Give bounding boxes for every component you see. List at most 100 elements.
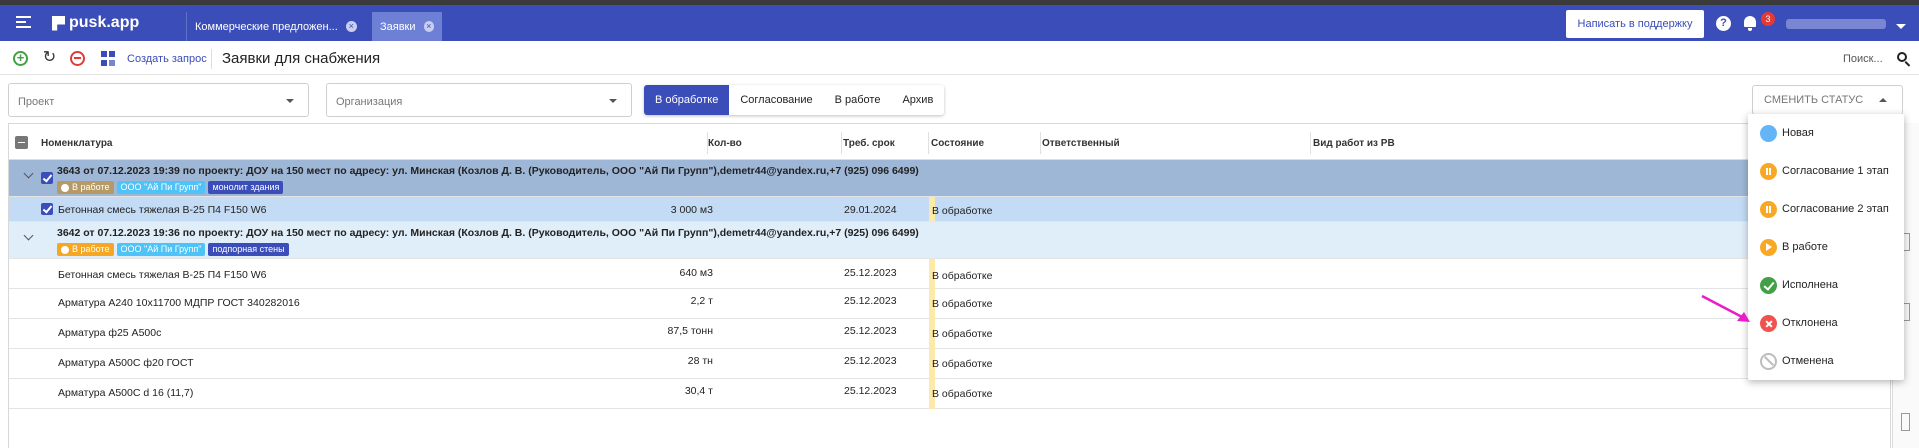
refresh-icon[interactable]: ↻ [42, 50, 57, 66]
pause-icon [1760, 200, 1777, 218]
status-option-cancelled[interactable]: Отменена [1748, 342, 1904, 380]
status-option-label: Исполнена [1782, 279, 1839, 291]
row-checkbox[interactable] [41, 203, 53, 215]
item-qty: 3 000 м3 [670, 204, 713, 216]
remove-icon[interactable] [70, 51, 85, 66]
table-row[interactable]: Арматура А240 10х11700 МДПР ГОСТ 3402820… [9, 289, 1890, 319]
search-input[interactable]: Поиск... [1843, 53, 1883, 65]
bell-icon[interactable] [1743, 16, 1757, 31]
tab-label: Коммерческие предложен... [195, 20, 338, 33]
menu-icon[interactable] [16, 16, 31, 29]
add-icon[interactable]: + [13, 51, 28, 66]
tab-processing[interactable]: В обработке [644, 85, 730, 115]
chevron-down-icon [286, 99, 294, 103]
status-option-new[interactable]: Новая [1748, 114, 1904, 152]
support-button[interactable]: Написать в поддержку [1566, 10, 1704, 38]
status-tag: В работе [57, 243, 114, 256]
user-name[interactable] [1786, 19, 1886, 29]
status-option-label: Новая [1782, 127, 1814, 139]
table-row[interactable]: Бетонная смесь тяжелая В-25 П4 F150 W6 6… [9, 259, 1890, 289]
item-name: Арматура ф25 А500с [58, 327, 162, 339]
group-tags: В работе ООО "Ай Пи Групп" подпорная сте… [57, 243, 289, 256]
play-icon [1760, 238, 1777, 256]
column-header-nomenclature[interactable]: Номенклатура [41, 138, 112, 149]
item-due-date: 29.01.2024 [844, 204, 897, 216]
project-select[interactable]: Проект [8, 83, 309, 117]
table-row[interactable]: Арматура А500С ф20 ГОСТ 28 тн 25.12.2023… [9, 349, 1890, 379]
change-status-button[interactable]: СМЕНИТЬ СТАТУС [1752, 85, 1903, 115]
tab-commercial-offers[interactable]: Коммерческие предложен... × [186, 12, 370, 41]
item-state: В обработке [932, 205, 993, 217]
work-type-tag: подпорная стены [208, 243, 289, 256]
column-header-state[interactable]: Состояние [931, 138, 984, 149]
cancel-icon [1760, 352, 1777, 370]
status-option-label: Отклонена [1782, 317, 1838, 329]
status-option-approval-2[interactable]: Согласование 2 этап [1748, 190, 1904, 228]
clock-icon [61, 183, 69, 192]
group-row[interactable]: 3642 от 07.12.2023 19:36 по проекту: ДОУ… [9, 222, 1890, 259]
work-type-tag: монолит здания [208, 181, 284, 194]
close-icon[interactable]: × [423, 21, 434, 32]
app-logo[interactable]: pusk.app [52, 14, 139, 32]
item-name: Арматура А500С d 16 (11,7) [58, 387, 194, 399]
item-state: В обработке [932, 328, 993, 340]
app-header: pusk.app Коммерческие предложен... × Зая… [0, 5, 1919, 41]
item-name: Бетонная смесь тяжелая В-25 П4 F150 W6 [58, 269, 267, 281]
chevron-down-icon[interactable] [1896, 24, 1906, 29]
item-qty: 28 тн [687, 355, 713, 367]
status-option-approval-1[interactable]: Согласование 1 этап [1748, 152, 1904, 190]
tab-in-work[interactable]: В работе [823, 85, 892, 115]
status-option-done[interactable]: Исполнена [1748, 266, 1904, 304]
annotation-arrow-icon [1701, 294, 1750, 322]
item-name: Арматура А500С ф20 ГОСТ [58, 357, 194, 369]
item-state: В обработке [932, 388, 993, 400]
column-header-work-type[interactable]: Вид работ из РВ [1313, 138, 1395, 149]
close-icon[interactable]: × [345, 21, 357, 32]
item-qty: 2,2 т [690, 295, 713, 307]
row-checkbox[interactable] [41, 172, 53, 184]
column-separator [1040, 132, 1041, 154]
item-name: Бетонная смесь тяжелая В-25 П4 F150 W6 [58, 204, 267, 216]
tab-approval[interactable]: Согласование [729, 85, 824, 115]
tab-label: Заявки [380, 20, 416, 33]
logo-icon [52, 15, 65, 31]
search-icon[interactable] [1897, 52, 1911, 67]
chevron-down-icon[interactable] [23, 230, 34, 241]
tab-requests[interactable]: Заявки × [372, 12, 442, 41]
help-icon[interactable]: ? [1716, 16, 1731, 31]
select-all-checkbox[interactable] [15, 136, 28, 149]
organization-select[interactable]: Организация [326, 83, 632, 117]
project-placeholder: Проект [18, 96, 55, 108]
status-option-rejected[interactable]: Отклонена [1748, 304, 1904, 342]
item-due-date: 25.12.2023 [844, 385, 897, 397]
table-row[interactable]: Бетонная смесь тяжелая В-25 П4 F150 W6 3… [9, 197, 1890, 222]
status-option-in-work[interactable]: В работе [1748, 228, 1904, 266]
item-qty: 30,4 т [684, 385, 713, 397]
toolbar: + ↻ Создать запрос Заявки для снабжения … [0, 41, 1919, 75]
organization-tag: ООО "Ай Пи Групп" [116, 181, 206, 194]
status-option-label: Согласование 2 этап [1782, 203, 1889, 215]
item-qty: 640 м3 [679, 267, 714, 279]
check-icon [1760, 276, 1777, 294]
column-separator [841, 132, 842, 154]
status-option-label: В работе [1782, 241, 1828, 253]
organization-tag: ООО "Ай Пи Групп" [116, 243, 206, 256]
item-due-date: 25.12.2023 [844, 295, 897, 307]
grid-header: Номенклатура Кол-во Треб. срок Состояние… [9, 124, 1890, 160]
column-header-due[interactable]: Треб. срок [843, 138, 895, 149]
tab-archive[interactable]: Архив [891, 85, 945, 115]
reject-icon [1760, 314, 1777, 332]
chevron-down-icon[interactable] [23, 168, 34, 179]
side-panel-tab[interactable] [1901, 413, 1910, 431]
create-request-link[interactable]: Создать запрос [127, 53, 207, 65]
grid-icon[interactable] [101, 51, 116, 66]
table-row[interactable]: Арматура А500С d 16 (11,7) 30,4 т 25.12.… [9, 379, 1890, 409]
status-filter-tabs: В обработке Согласование В работе Архив [644, 85, 945, 115]
column-header-responsible[interactable]: Ответственный [1042, 138, 1120, 149]
column-header-qty[interactable]: Кол-во [708, 138, 742, 149]
status-option-label: Согласование 1 этап [1782, 165, 1889, 177]
table-row[interactable]: Арматура ф25 А500с 87,5 тонн 25.12.2023 … [9, 319, 1890, 349]
pause-icon [1760, 162, 1777, 180]
group-row[interactable]: 3643 от 07.12.2023 19:39 по проекту: ДОУ… [9, 160, 1890, 197]
clock-icon [61, 245, 69, 254]
